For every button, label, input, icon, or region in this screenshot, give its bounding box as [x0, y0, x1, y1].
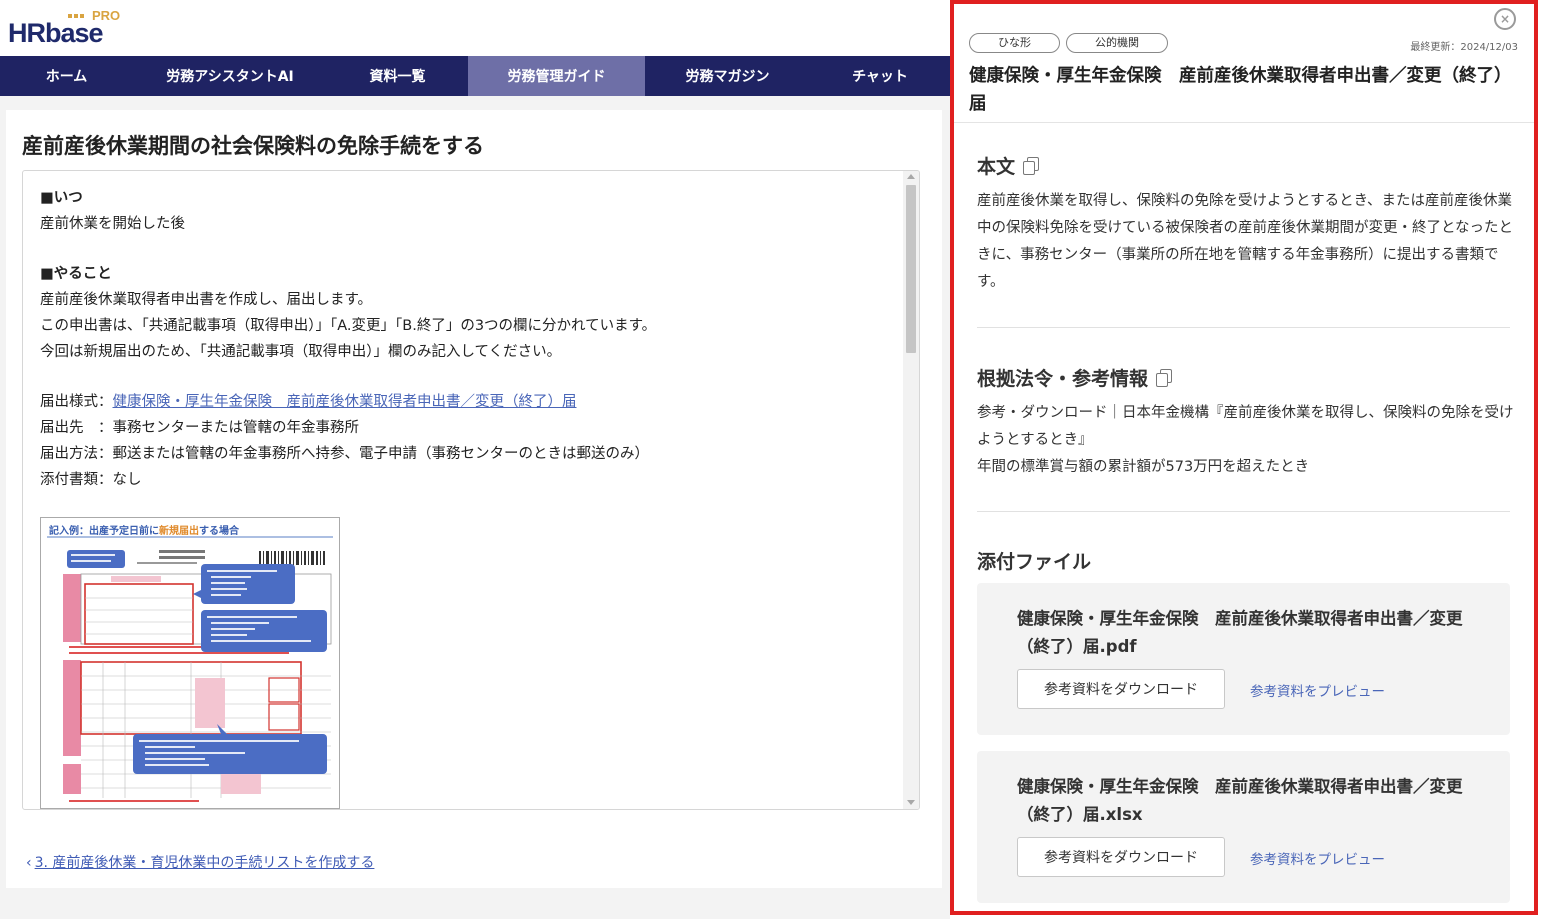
attachment-file-name: 健康保険・厚生年金保険 産前産後休業取得者申出書／変更（終了）届.pdf: [1017, 609, 1463, 656]
page-title: 産前産後休業期間の社会保険料の免除手続をする: [22, 134, 484, 158]
reference-heading: 根拠法令・参考情報: [977, 364, 1173, 391]
todo-line: 今回は新規届出のため、「共通記載事項（取得申出）」欄のみ記入してください。: [40, 344, 562, 360]
panel-title: 健康保険・厚生年金保険 産前産後休業取得者申出書／変更（終了）届: [969, 66, 1512, 114]
scrollbar-thumb[interactable]: [906, 185, 916, 353]
body-text: 産前産後休業を取得し、保険料の免除を受けようとするとき、または産前産後休業中の保…: [977, 193, 1514, 290]
attachments-heading: 添付ファイル: [977, 551, 1092, 573]
preview-link[interactable]: 参考資料をプレビュー: [1250, 680, 1385, 700]
tag-template: ひな形: [969, 33, 1060, 53]
reference-line: 参考・ダウンロード｜日本年金機構『産前産後休業を取得し、保険料の免除を受けようと…: [977, 405, 1514, 448]
guide-content: ■いつ 産前休業を開始した後 ■やること 産前産後休業取得者申出書を作成し、届出…: [40, 185, 900, 493]
scroll-down-arrow-icon[interactable]: [907, 800, 915, 805]
attachment-file-name: 健康保険・厚生年金保険 産前産後休業取得者申出書／変更（終了）届.xlsx: [1017, 777, 1463, 824]
form-link[interactable]: 健康保険・厚生年金保険 産前産後休業取得者申出書／変更（終了）届: [113, 394, 577, 410]
download-button[interactable]: 参考資料をダウンロード: [1017, 669, 1225, 709]
tag-public-agency: 公的機関: [1066, 33, 1168, 53]
todo-line: 産前産後休業取得者申出書を作成し、届出します。: [40, 292, 373, 308]
main-nav: ホーム 労務アシスタントAI 資料一覧 労務管理ガイド 労務マガジン チャット: [0, 56, 950, 96]
previous-step-link[interactable]: ‹ 3. 産前産後休業・育児休業中の手続リストを作成する: [26, 852, 374, 872]
nav-item-ai-assistant[interactable]: 労務アシスタントAI: [133, 56, 327, 96]
reference-line: 年間の標準賞与額の累計額が573万円を超えたとき: [977, 459, 1310, 475]
attachment-card-xlsx: 健康保険・厚生年金保険 産前産後休業取得者申出書／変更（終了）届.xlsx 参考…: [977, 751, 1510, 903]
tag-list: ひな形 公的機関: [969, 33, 1168, 53]
form-example-image: 記入例：出産予定日前に新規届出する場合: [40, 517, 340, 809]
divider: [954, 122, 1534, 123]
copy-icon[interactable]: [1023, 157, 1040, 175]
reference-text: 参考・ダウンロード｜日本年金機構『産前産後休業を取得し、保険料の免除を受けようと…: [977, 400, 1517, 481]
copy-icon[interactable]: [1156, 369, 1173, 387]
method-line: 届出方法：郵送または管轄の年金事務所へ持参、電子申請（事務センターのときは郵送の…: [40, 446, 649, 462]
download-button[interactable]: 参考資料をダウンロード: [1017, 837, 1225, 877]
form-label: 届出様式：: [40, 394, 113, 410]
destination-line: 届出先 ：事務センターまたは管轄の年金事務所: [40, 420, 359, 436]
divider: [977, 327, 1510, 328]
chevron-left-icon: ‹: [26, 855, 32, 871]
nav-item-chat[interactable]: チャット: [810, 56, 950, 96]
attachment-card-pdf: 健康保険・厚生年金保険 産前産後休業取得者申出書／変更（終了）届.pdf 参考資…: [977, 583, 1510, 735]
form-line: 届出様式：健康保険・厚生年金保険 産前産後休業取得者申出書／変更（終了）届: [40, 389, 900, 415]
last-updated: 最終更新：2024/12/03: [1410, 42, 1518, 53]
body-heading: 本文: [977, 152, 1040, 179]
nav-item-magazine[interactable]: 労務マガジン: [645, 56, 810, 96]
todo-line: この申出書は、「共通記載事項（取得申出）」「A.変更」「B.終了」の3つの欄に分…: [40, 318, 657, 334]
when-text: 産前休業を開始した後: [40, 216, 185, 232]
logo-word: HRbase: [8, 18, 104, 48]
main-area: 産前産後休業期間の社会保険料の免除手続をする ■いつ 産前休業を開始した後 ■や…: [0, 96, 950, 919]
todo-heading: ■やること: [40, 266, 112, 282]
content-scrollbar[interactable]: [903, 171, 919, 809]
close-icon[interactable]: ×: [1494, 8, 1516, 30]
scroll-up-arrow-icon[interactable]: [907, 174, 915, 179]
nav-item-labor-guide[interactable]: 労務管理ガイド: [468, 56, 645, 96]
divider: [977, 511, 1510, 512]
nav-item-home[interactable]: ホーム: [0, 56, 133, 96]
when-heading: ■いつ: [40, 190, 83, 206]
attachment-line: 添付書類：なし: [40, 472, 142, 488]
form-example-drawing: [47, 536, 333, 802]
guide-content-box[interactable]: ■いつ 産前休業を開始した後 ■やること 産前産後休業取得者申出書を作成し、届出…: [22, 170, 920, 810]
preview-link[interactable]: 参考資料をプレビュー: [1250, 848, 1385, 868]
hrbase-logo[interactable]: PRO HRbase: [8, 6, 128, 50]
nav-item-documents[interactable]: 資料一覧: [327, 56, 468, 96]
guide-card: 産前産後休業期間の社会保険料の免除手続をする ■いつ 産前休業を開始した後 ■や…: [6, 110, 942, 888]
document-detail-panel: × ひな形 公的機関 最終更新：2024/12/03 健康保険・厚生年金保険 産…: [950, 0, 1538, 915]
